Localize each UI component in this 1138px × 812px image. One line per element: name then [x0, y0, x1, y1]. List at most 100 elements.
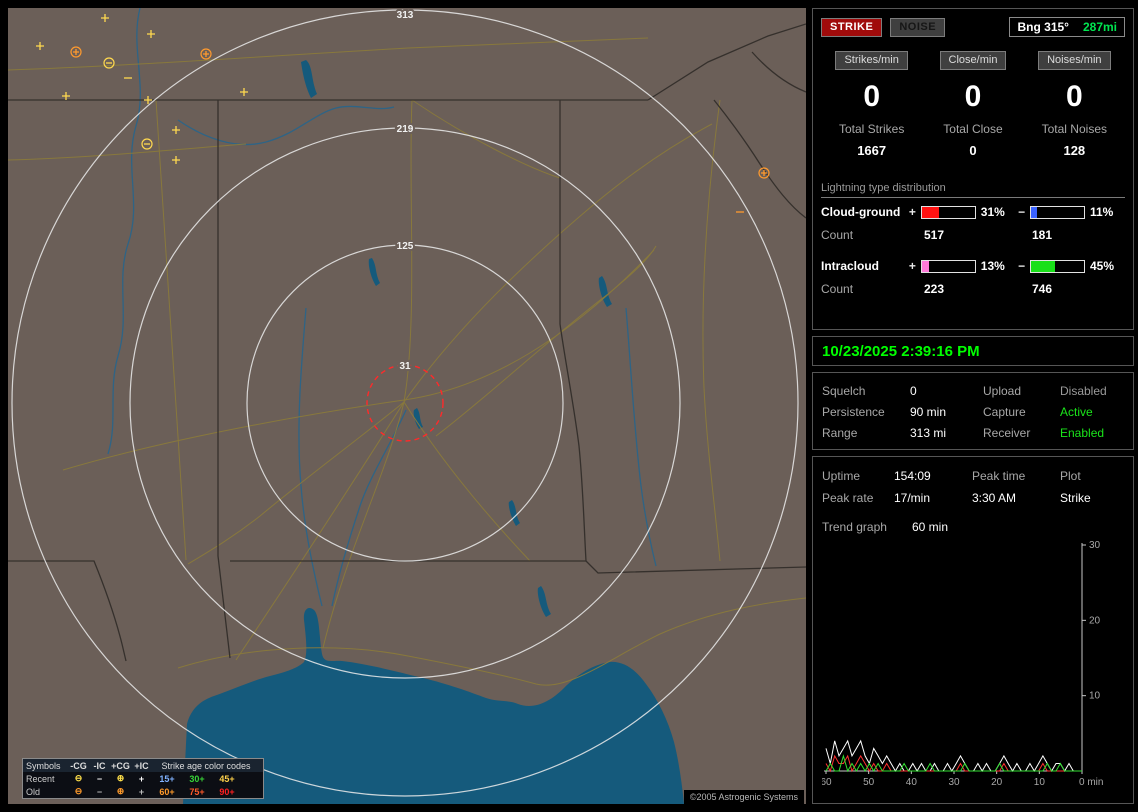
cg-plus-count: 517 — [924, 228, 994, 242]
trend-graph: 3020106050403020100 min — [822, 541, 1126, 793]
lightning-map[interactable]: 313 219 125 31 Symbols -CG -IC +CG +IC S… — [8, 8, 806, 804]
noises-per-min-value: 0 — [1066, 82, 1083, 112]
neg-ic-icon: − — [89, 774, 110, 784]
strikes-column: Strikes/min 0 Total Strikes 1667 — [821, 51, 922, 158]
svg-text:0 min: 0 min — [1079, 777, 1103, 788]
datetime-text: 10/23/2025 2:39:16 PM — [822, 343, 980, 360]
svg-text:10: 10 — [1089, 691, 1101, 702]
intracloud-label: Intracloud — [821, 259, 907, 273]
cloud-ground-row: Cloud-ground + 31% − 11% — [821, 200, 1125, 224]
receiver-value: Enabled — [1060, 426, 1124, 440]
ic-plus-pct: 13% — [979, 259, 1016, 273]
receiver-label: Receiver — [983, 426, 1060, 440]
svg-text:30: 30 — [1089, 541, 1101, 551]
cg-minus-count: 181 — [1032, 228, 1052, 242]
cloud-ground-label: Cloud-ground — [821, 205, 907, 219]
ic-plus-count: 223 — [924, 282, 994, 296]
intracloud-row: Intracloud + 13% − 45% — [821, 254, 1125, 278]
pos-cg-icon: ⊕ — [110, 773, 131, 784]
svg-text:50: 50 — [863, 777, 875, 788]
intracloud-count-row: Count 223 746 — [821, 278, 1125, 300]
distribution-title: Lightning type distribution — [821, 182, 1125, 198]
noise-toggle-button[interactable]: NOISE — [890, 18, 945, 37]
legend-col-pos-ic: +IC — [131, 761, 152, 771]
side-panel: STRIKE NOISE Bng 315° 287mi Strikes/min … — [812, 8, 1134, 804]
strikes-per-min-button[interactable]: Strikes/min — [835, 51, 907, 70]
pos-cg-icon-old: ⊕ — [110, 786, 131, 797]
pos-ic-icon-old: + — [131, 787, 152, 797]
ic-plus-bar — [921, 260, 976, 273]
total-noises-value: 128 — [1063, 143, 1085, 158]
cg-plus-bar — [921, 206, 976, 219]
trend-graph-row: Trend graph 60 min — [822, 517, 1124, 537]
cg-minus-pct: 11% — [1088, 205, 1125, 219]
legend-col-neg-ic: -IC — [89, 761, 110, 771]
age-45: 45+ — [212, 774, 242, 784]
total-strikes-label: Total Strikes — [839, 122, 904, 136]
count-label: Count — [821, 228, 909, 242]
minus-sign: − — [1016, 259, 1028, 273]
bearing-distance: 287mi — [1083, 20, 1117, 34]
nexstorm-window: 313 219 125 31 Symbols -CG -IC +CG +IC S… — [0, 0, 1138, 812]
noises-per-min-button[interactable]: Noises/min — [1038, 51, 1110, 70]
svg-text:20: 20 — [1089, 615, 1101, 626]
display-toggles: STRIKE NOISE Bng 315° 287mi — [821, 17, 1125, 37]
svg-text:40: 40 — [906, 777, 918, 788]
map-legend: Symbols -CG -IC +CG +IC Strike age color… — [22, 758, 264, 799]
map-canvas[interactable]: 313 219 125 31 — [8, 8, 806, 804]
cg-plus-pct: 31% — [979, 205, 1016, 219]
svg-text:30: 30 — [948, 777, 960, 788]
age-75: 75+ — [182, 787, 212, 797]
close-column: Close/min 0 Total Close 0 — [922, 51, 1023, 158]
svg-text:10: 10 — [1034, 777, 1046, 788]
copyright-text: ©2005 Astrogenic Systems — [684, 790, 804, 804]
ring-label-31: 31 — [399, 361, 411, 372]
range-label: Range — [822, 426, 910, 440]
age-60: 60+ — [152, 787, 182, 797]
plot-value: Strike — [1060, 491, 1124, 505]
age-15: 15+ — [152, 774, 182, 784]
total-noises-label: Total Noises — [1042, 122, 1107, 136]
plot-label: Plot — [1060, 469, 1124, 483]
minus-sign: − — [1016, 205, 1028, 219]
svg-text:60: 60 — [822, 777, 832, 788]
close-per-min-value: 0 — [965, 82, 982, 112]
upload-value: Disabled — [1060, 384, 1124, 398]
legend-old-label: Old — [26, 787, 68, 797]
upload-label: Upload — [983, 384, 1060, 398]
cg-minus-bar — [1030, 206, 1085, 219]
settings-box: Squelch 0 Upload Disabled Persistence 90… — [812, 372, 1134, 450]
stats-box: Uptime 154:09 Peak time Plot Peak rate 1… — [812, 456, 1134, 804]
ic-minus-pct: 45% — [1088, 259, 1125, 273]
capture-label: Capture — [983, 405, 1060, 419]
cloud-ground-count-row: Count 517 181 — [821, 224, 1125, 246]
strikes-per-min-value: 0 — [863, 82, 880, 112]
squelch-value: 0 — [910, 384, 983, 398]
peak-time-label: Peak time — [972, 469, 1060, 483]
neg-ic-icon-old: − — [89, 787, 110, 797]
neg-cg-icon: ⊖ — [68, 773, 89, 784]
peak-rate-value: 17/min — [894, 491, 972, 505]
ring-label-313: 313 — [397, 10, 414, 21]
strike-toggle-button[interactable]: STRIKE — [821, 18, 882, 37]
bearing-text: Bng 315° — [1017, 20, 1068, 34]
close-per-min-button[interactable]: Close/min — [940, 51, 1007, 70]
peak-time-value: 3:30 AM — [972, 491, 1060, 505]
ic-minus-bar — [1030, 260, 1085, 273]
total-close-value: 0 — [969, 143, 976, 158]
total-strikes-value: 1667 — [857, 143, 886, 158]
legend-col-pos-cg: +CG — [110, 761, 131, 771]
rate-counters: Strikes/min 0 Total Strikes 1667 Close/m… — [821, 51, 1125, 158]
legend-col-neg-cg: -CG — [68, 761, 89, 771]
persistence-value: 90 min — [910, 405, 983, 419]
ring-label-125: 125 — [397, 241, 414, 252]
pos-ic-icon: + — [131, 774, 152, 784]
legend-age-header: Strike age color codes — [152, 761, 260, 771]
age-30: 30+ — [182, 774, 212, 784]
plus-sign: + — [907, 205, 919, 219]
capture-value: Active — [1060, 405, 1124, 419]
plus-sign: + — [907, 259, 919, 273]
ring-label-219: 219 — [397, 124, 414, 135]
trend-graph-value: 60 min — [912, 520, 948, 534]
legend-symbols-header: Symbols — [26, 761, 68, 771]
